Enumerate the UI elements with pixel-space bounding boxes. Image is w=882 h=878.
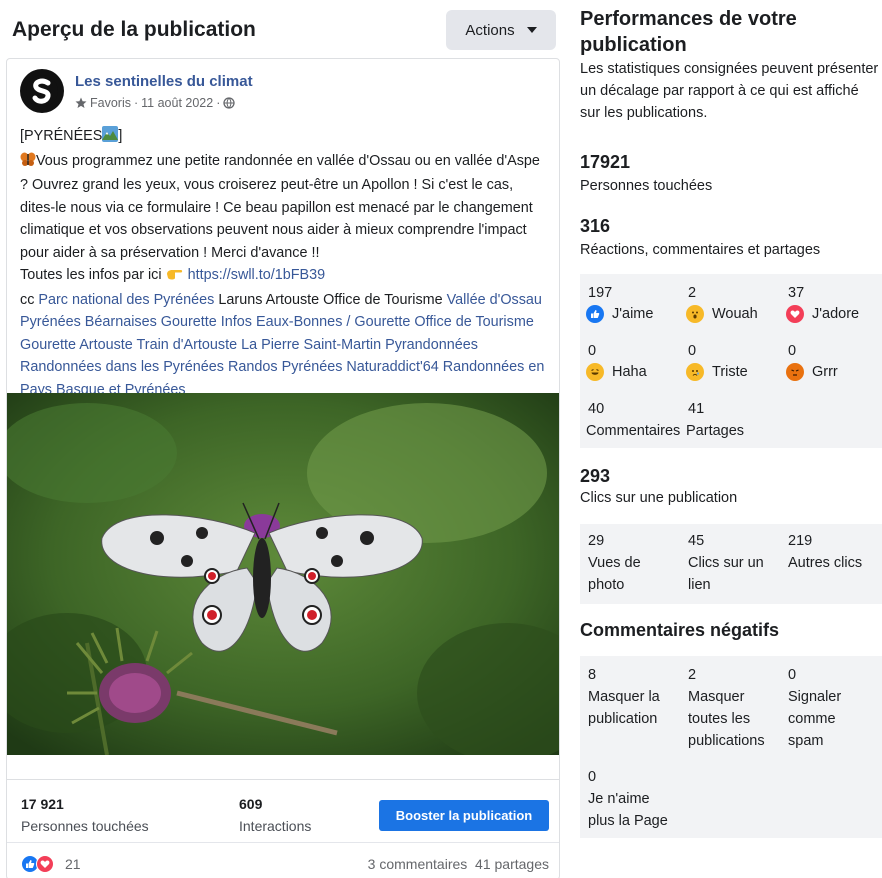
shares-label: Partages — [686, 423, 745, 439]
haha-count: 0 — [588, 343, 597, 359]
performance-title: Performances de votre publication — [580, 8, 797, 56]
caret-down-icon — [526, 27, 537, 33]
comments-label: Commentaires — [586, 423, 681, 439]
reactions-count[interactable]: 21 — [65, 856, 81, 872]
boost-post-button[interactable]: Booster la publication — [379, 800, 549, 831]
reactions-summary[interactable] — [21, 855, 54, 873]
post-meta: Favoris · 11 août 2022 · — [75, 96, 236, 110]
tag-gourette-artouste[interactable]: Gourette Artouste Train d'Artouste — [20, 337, 237, 353]
unlike-page-label: Je n'aime — [588, 791, 650, 807]
photo-views-count: 29 — [588, 533, 605, 549]
mountain-emoji-icon — [102, 126, 119, 150]
actions-label: Actions — [465, 21, 515, 39]
info-link[interactable]: https://swll.to/1bFB39 — [188, 267, 326, 283]
like-count: 197 — [588, 285, 613, 301]
footer-reach-number: 17 921 — [21, 796, 64, 812]
star-icon — [75, 97, 87, 108]
report-spam-count: 0 — [788, 667, 797, 683]
tag-gourette-infos[interactable]: Gourette Infos Eaux-Bonnes / Gourette Of… — [157, 314, 534, 330]
footer-interactions-label: Interactions — [239, 818, 312, 834]
negative-feedback-box: 8 Masquer la publication 2 Masquer toute… — [580, 656, 882, 838]
pointing-hand-emoji-icon — [166, 266, 184, 289]
other-clicks-count: 219 — [788, 533, 813, 549]
link-clicks-count: 45 — [688, 533, 705, 549]
post-body: [PYRÉNÉES] Vous programmez une petite ra… — [20, 126, 545, 398]
engagement-label: Réactions, commentaires et partages — [580, 242, 821, 258]
page-name-link[interactable]: Les sentinelles du climat — [75, 73, 253, 90]
actions-dropdown-button[interactable]: Actions — [446, 10, 556, 50]
sad-icon — [686, 363, 704, 381]
clicks-label: Clics sur une publication — [580, 490, 738, 506]
love-icon — [786, 305, 804, 323]
hide-post-label-2: publication — [588, 711, 658, 727]
post-preview-card: Les sentinelles du climat Favoris · 11 a… — [6, 58, 560, 878]
love-count: 37 — [788, 285, 805, 301]
sad-reaction: Triste — [686, 361, 748, 383]
favorites-label: Favoris — [90, 96, 131, 110]
like-icon — [586, 305, 604, 323]
wow-count: 2 — [688, 285, 697, 301]
tag-parc-national[interactable]: Parc national des Pyrénées — [38, 292, 214, 308]
angry-count: 0 — [788, 343, 797, 359]
performance-description: Les statistiques consignées peuvent prés… — [580, 61, 879, 121]
clicks-breakdown-box: 29 Vues de photo 45 Clics sur un lien 21… — [580, 524, 882, 604]
hide-post-label: Masquer la — [588, 689, 660, 705]
photo-views-label: Vues de — [588, 555, 641, 571]
report-spam-label-2: comme — [788, 711, 836, 727]
report-spam-label-3: spam — [788, 733, 824, 749]
reactions-summary-row: 21 3 commentaires 41 partages — [7, 842, 559, 878]
preview-title: Aperçu de la publication — [12, 18, 256, 41]
wow-icon — [686, 305, 704, 323]
footer-reach-label: Personnes touchées — [21, 818, 149, 834]
engagement-number: 316 — [580, 216, 611, 236]
reactions-breakdown-box: 197 J'aime 2 Wouah 37 J'adore 0 Haha 0 T… — [580, 274, 882, 448]
angry-reaction: Grrr — [786, 361, 838, 383]
haha-icon — [586, 363, 604, 381]
wow-reaction: Wouah — [686, 303, 758, 325]
photo-views-label-2: photo — [588, 577, 625, 593]
love-icon — [36, 855, 54, 873]
reach-number: 17921 — [580, 152, 631, 172]
hide-post-count: 8 — [588, 667, 597, 683]
footer-interactions-number: 609 — [239, 796, 263, 812]
tag-pierre-saint-martin[interactable]: La Pierre Saint-Martin — [237, 337, 381, 353]
globe-icon — [223, 97, 236, 109]
unlike-page-label-2: plus la Page — [588, 813, 668, 829]
post-date[interactable]: 11 août 2022 — [141, 96, 213, 110]
butterfly-emoji-icon — [20, 151, 36, 175]
angry-icon — [786, 363, 804, 381]
sentinelles-logo-icon — [26, 75, 58, 107]
unlike-page-count: 0 — [588, 769, 597, 785]
other-clicks-label: Autres clics — [788, 555, 863, 571]
link-clicks-label-2: lien — [688, 577, 711, 593]
reach-label: Personnes touchées — [580, 178, 713, 194]
report-spam-label: Signaler — [788, 689, 842, 705]
haha-reaction: Haha — [586, 361, 647, 383]
comments-shares-count[interactable]: 3 commentaires 41 partages — [368, 856, 549, 872]
hide-all-label-2: toutes les — [688, 711, 751, 727]
sad-count: 0 — [688, 343, 697, 359]
love-reaction: J'adore — [786, 303, 859, 325]
post-photo-butterfly[interactable] — [7, 393, 559, 755]
hide-all-label-3: publications — [688, 733, 765, 749]
hide-all-count: 2 — [688, 667, 697, 683]
post-stats-footer: 17 921 Personnes touchées 609 Interactio… — [7, 779, 559, 878]
like-reaction: J'aime — [586, 303, 653, 325]
shares-count: 41 — [688, 401, 705, 417]
hide-all-label: Masquer — [688, 689, 745, 705]
link-clicks-label: Clics sur un — [688, 555, 764, 571]
page-avatar[interactable] — [20, 69, 64, 113]
clicks-number: 293 — [580, 466, 611, 486]
comments-count: 40 — [588, 401, 605, 417]
negative-feedback-title: Commentaires négatifs — [580, 620, 780, 640]
